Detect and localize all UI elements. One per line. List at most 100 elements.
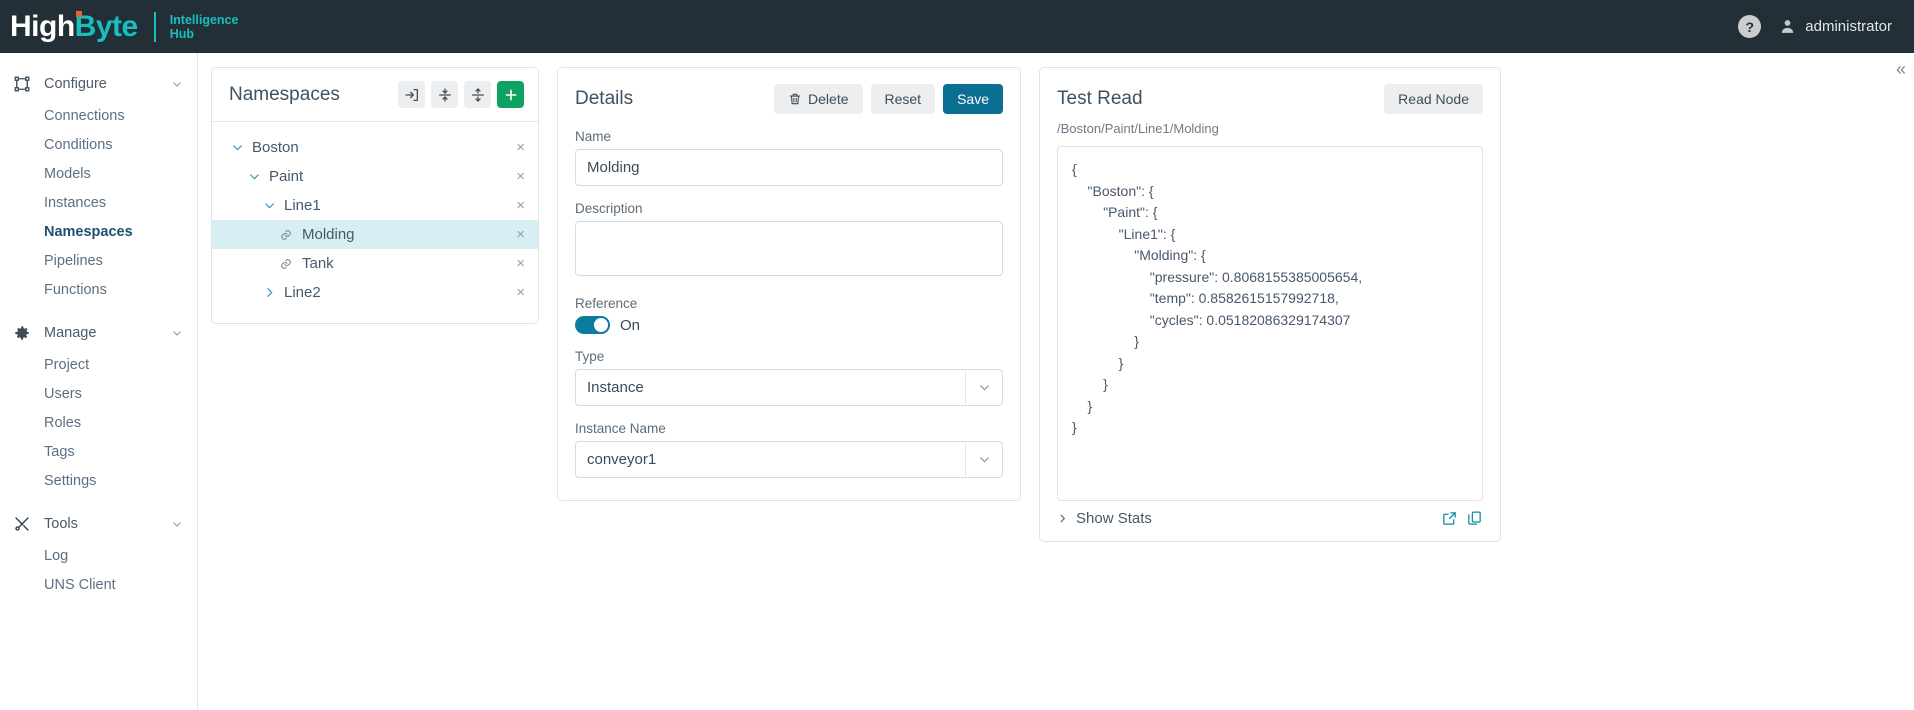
- chevron-right-icon: [1060, 514, 1066, 523]
- reset-button-label: Reset: [884, 91, 922, 107]
- logo-subtitle-line1: Intelligence: [169, 12, 239, 27]
- sidebar: Configure Connections Conditions Models …: [0, 53, 198, 710]
- logo-text-high: High: [10, 9, 75, 43]
- chevron-down-icon[interactable]: [965, 441, 1003, 478]
- name-field-group: Name: [575, 129, 1003, 186]
- tree-item-label: Boston: [252, 139, 299, 156]
- sidebar-item-models[interactable]: Models: [0, 159, 197, 188]
- tree-item-label: Paint: [269, 168, 304, 185]
- add-icon[interactable]: [497, 81, 524, 108]
- remove-icon[interactable]: ×: [513, 198, 528, 213]
- remove-icon[interactable]: ×: [513, 227, 528, 242]
- logo-text-byte: Byte: [74, 9, 139, 43]
- tree-item-label: Line2: [284, 284, 321, 301]
- test-read-panel: Test Read Read Node /Boston/Paint/Line1/…: [1039, 67, 1501, 542]
- delete-button[interactable]: Delete: [774, 84, 863, 114]
- sidebar-item-log[interactable]: Log: [0, 541, 197, 570]
- copy-icon[interactable]: [1466, 510, 1483, 527]
- sidebar-item-connections[interactable]: Connections: [0, 101, 197, 130]
- reference-toggle-state: On: [620, 316, 641, 334]
- show-stats-toggle[interactable]: Show Stats: [1057, 510, 1152, 527]
- save-button-label: Save: [957, 91, 989, 107]
- details-header: Details Delete Reset Save: [575, 84, 1003, 114]
- chevron-down-icon[interactable]: [229, 140, 245, 156]
- remove-icon[interactable]: ×: [513, 256, 528, 271]
- tree-row[interactable]: Paint ×: [212, 162, 538, 191]
- remove-icon[interactable]: ×: [513, 285, 528, 300]
- reference-label: Reference: [575, 296, 638, 311]
- tools-icon: [12, 514, 32, 534]
- name-label: Name: [575, 129, 612, 144]
- test-read-output[interactable]: { "Boston": { "Paint": { "Line1": { "Mol…: [1057, 146, 1483, 501]
- description-textarea[interactable]: [575, 221, 1003, 276]
- trash-icon: [789, 93, 801, 105]
- sidebar-item-tags[interactable]: Tags: [0, 437, 197, 466]
- type-label: Type: [575, 349, 605, 364]
- delete-button-label: Delete: [808, 91, 849, 107]
- sidebar-item-users[interactable]: Users: [0, 379, 197, 408]
- app-header: HighByte Intelligence Hub ? administrato…: [0, 0, 1914, 53]
- gear-icon: [12, 323, 32, 343]
- remove-icon[interactable]: ×: [513, 140, 528, 155]
- tree-row-selected[interactable]: Molding ×: [212, 220, 538, 249]
- test-read-path: /Boston/Paint/Line1/Molding: [1057, 121, 1219, 136]
- sidebar-item-namespaces[interactable]: Namespaces: [0, 217, 197, 246]
- chevron-down-icon: [173, 522, 181, 527]
- reference-toggle[interactable]: [575, 316, 610, 334]
- reset-button[interactable]: Reset: [870, 84, 936, 114]
- instance-name-select[interactable]: [575, 441, 1003, 478]
- sidebar-group-configure[interactable]: Configure: [0, 67, 197, 101]
- collapse-sidebar-handle[interactable]: «: [1896, 59, 1906, 80]
- main-content: Namespaces Boston × Paint × Line1 × Mold…: [198, 53, 1914, 710]
- open-external-icon[interactable]: [1441, 510, 1458, 527]
- link-icon: [278, 256, 294, 272]
- namespaces-toolbar: [398, 81, 524, 108]
- sidebar-item-settings[interactable]: Settings: [0, 466, 197, 495]
- sidebar-item-pipelines[interactable]: Pipelines: [0, 246, 197, 275]
- sidebar-group-tools[interactable]: Tools: [0, 507, 197, 541]
- tree-row[interactable]: Line1 ×: [212, 191, 538, 220]
- remove-icon[interactable]: ×: [513, 169, 528, 184]
- chevron-down-icon: [173, 331, 181, 336]
- logo-accent-dot: [76, 10, 82, 17]
- chevron-down-icon: [173, 82, 181, 87]
- tree-row[interactable]: Tank ×: [212, 249, 538, 278]
- app-logo: HighByte Intelligence Hub: [10, 9, 239, 43]
- link-icon: [278, 227, 294, 243]
- chevron-down-icon[interactable]: [246, 169, 262, 185]
- chevron-right-icon[interactable]: [261, 285, 277, 301]
- read-node-button[interactable]: Read Node: [1384, 84, 1483, 114]
- sidebar-item-uns-client[interactable]: UNS Client: [0, 570, 197, 599]
- show-stats-label: Show Stats: [1076, 510, 1152, 527]
- sidebar-item-roles[interactable]: Roles: [0, 408, 197, 437]
- test-read-title: Test Read: [1057, 88, 1143, 109]
- namespaces-panel: Namespaces Boston × Paint × Line1 × Mold…: [211, 67, 539, 324]
- reference-field-group: Reference On: [575, 296, 1003, 334]
- sidebar-item-project[interactable]: Project: [0, 350, 197, 379]
- save-button[interactable]: Save: [943, 84, 1003, 114]
- expand-all-icon[interactable]: [464, 81, 491, 108]
- name-input[interactable]: [575, 149, 1003, 186]
- sidebar-item-instances[interactable]: Instances: [0, 188, 197, 217]
- collapse-all-icon[interactable]: [431, 81, 458, 108]
- sidebar-item-conditions[interactable]: Conditions: [0, 130, 197, 159]
- instance-name-select-wrap: [575, 441, 1003, 478]
- chevron-down-icon[interactable]: [261, 198, 277, 214]
- instance-name-field-group: Instance Name: [575, 421, 1003, 478]
- tree-item-label: Molding: [302, 226, 355, 243]
- tree-item-label: Line1: [284, 197, 321, 214]
- details-title: Details: [575, 88, 634, 109]
- chevron-down-icon[interactable]: [965, 369, 1003, 406]
- user-menu[interactable]: administrator: [1779, 18, 1892, 35]
- person-icon: [1782, 20, 1794, 33]
- description-label: Description: [575, 201, 643, 216]
- sidebar-group-manage[interactable]: Manage: [0, 316, 197, 350]
- import-icon[interactable]: [398, 81, 425, 108]
- type-select[interactable]: [575, 369, 1003, 406]
- tree-row[interactable]: Line2 ×: [212, 278, 538, 307]
- help-icon[interactable]: ?: [1738, 15, 1762, 38]
- sidebar-item-functions[interactable]: Functions: [0, 275, 197, 304]
- tree-row[interactable]: Boston ×: [212, 133, 538, 162]
- sidebar-group-label: Configure: [44, 76, 107, 92]
